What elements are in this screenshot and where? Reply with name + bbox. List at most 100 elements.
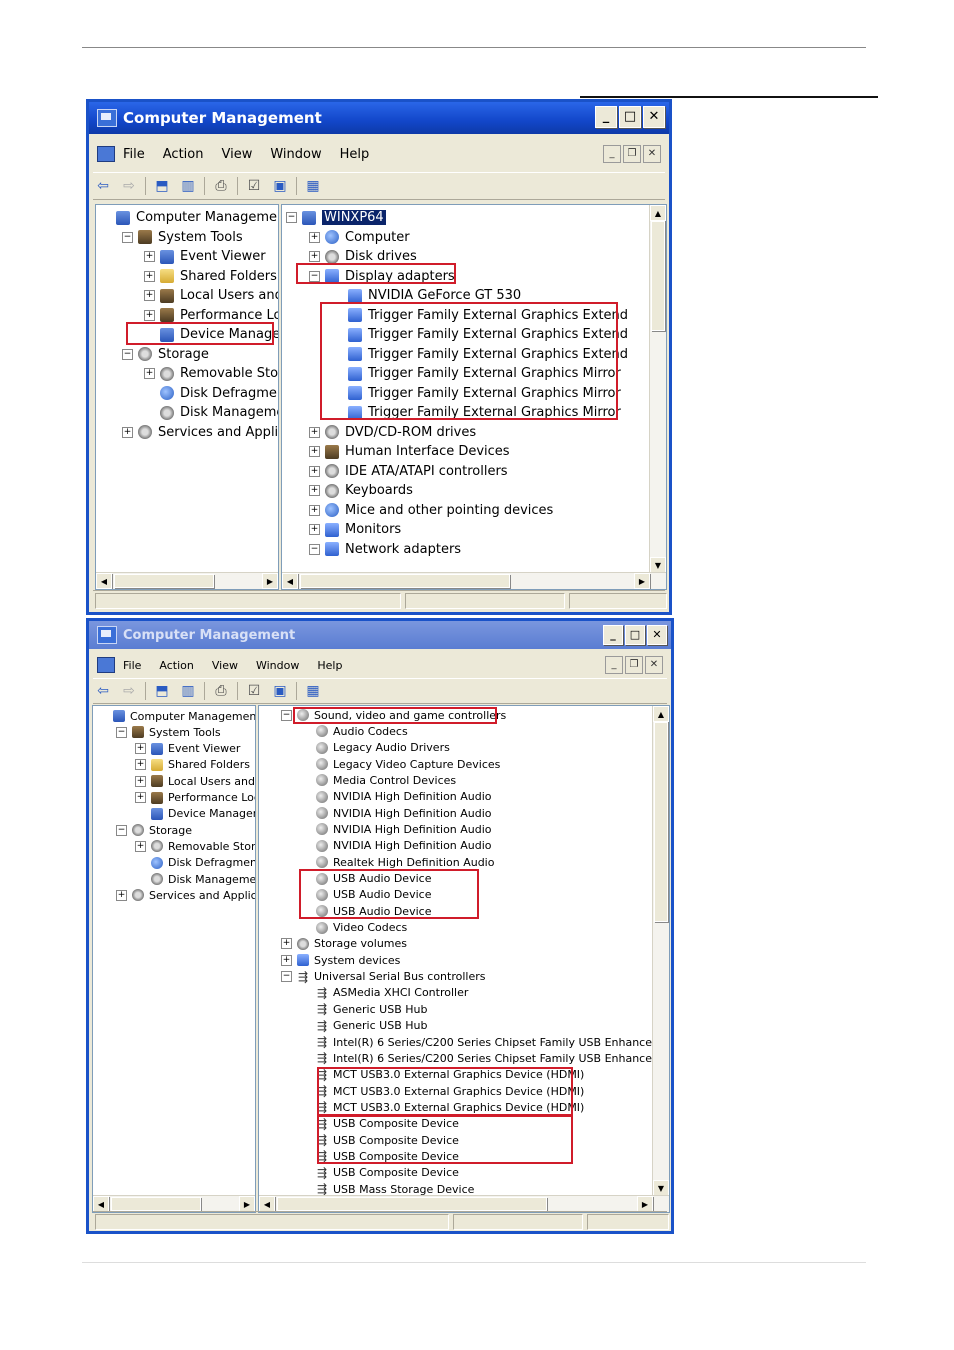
properties-icon[interactable]: ☑ bbox=[244, 682, 264, 700]
tree-item[interactable]: NVIDIA High Definition Audio bbox=[300, 821, 492, 837]
menu-action[interactable]: Action bbox=[163, 147, 204, 162]
horizontal-scrollbar[interactable]: ◀ ▶ bbox=[96, 572, 278, 589]
vertical-scrollbar[interactable]: ▲ ▼ bbox=[652, 706, 669, 1196]
mdi-minimize-button[interactable]: _ bbox=[603, 145, 621, 163]
minimize-button[interactable]: _ bbox=[595, 106, 617, 128]
expand-icon[interactable]: + bbox=[144, 368, 155, 379]
tree-item[interactable]: Trigger Family External Graphics Mirror bbox=[332, 384, 621, 403]
tree-item[interactable]: ⇶ Generic USB Hub bbox=[300, 1018, 428, 1034]
tree-item[interactable]: + Storage volumes bbox=[281, 936, 407, 952]
help-icon[interactable]: ▣ bbox=[270, 177, 290, 195]
scroll-thumb[interactable] bbox=[114, 574, 214, 588]
expand-icon[interactable]: + bbox=[309, 504, 320, 516]
scroll-thumb[interactable] bbox=[300, 574, 510, 588]
collapse-icon[interactable]: − bbox=[116, 824, 127, 836]
expand-icon[interactable]: + bbox=[135, 775, 146, 787]
scroll-left-button[interactable]: ◀ bbox=[282, 573, 298, 589]
expand-icon[interactable]: + bbox=[309, 231, 320, 243]
horizontal-scrollbar[interactable]: ◀ ▶ bbox=[282, 572, 666, 589]
maximize-button[interactable]: □ bbox=[619, 106, 641, 128]
tree-item[interactable]: + System devices bbox=[281, 952, 400, 968]
back-arrow-icon[interactable]: ⇦ bbox=[93, 682, 113, 700]
scroll-thumb[interactable] bbox=[111, 1197, 201, 1211]
collapse-icon[interactable]: − bbox=[309, 270, 320, 282]
tree-item[interactable]: + Shared Folders bbox=[144, 267, 277, 286]
tree-item[interactable]: Trigger Family External Graphics Mirror bbox=[332, 403, 621, 422]
close-button[interactable]: ✕ bbox=[647, 625, 667, 645]
mdi-minimize-button[interactable]: _ bbox=[605, 656, 623, 674]
tree-item[interactable]: Disk Defragmente bbox=[144, 384, 278, 403]
tree-item[interactable]: − WINXP64 bbox=[286, 208, 386, 227]
tree-item[interactable]: + IDE ATA/ATAPI controllers bbox=[309, 462, 508, 481]
horizontal-scrollbar[interactable]: ◀ ▶ bbox=[93, 1195, 255, 1212]
scan-hardware-icon[interactable]: ▦ bbox=[303, 682, 323, 700]
tree-item[interactable]: + Computer bbox=[309, 228, 410, 247]
tree-item[interactable]: Media Control Devices bbox=[300, 772, 456, 788]
scroll-up-button[interactable]: ▲ bbox=[650, 205, 666, 221]
tree-item[interactable]: Trigger Family External Graphics Extend bbox=[332, 306, 628, 325]
tree-item[interactable]: Legacy Audio Drivers bbox=[300, 740, 450, 756]
tree-item[interactable]: − Storage bbox=[116, 822, 192, 838]
expand-icon[interactable]: + bbox=[309, 251, 320, 262]
tree-item[interactable]: + Shared Folders bbox=[135, 757, 250, 773]
tree-item[interactable]: + Event Viewer bbox=[144, 247, 266, 266]
expand-icon[interactable]: + bbox=[281, 954, 292, 966]
menu-help[interactable]: Help bbox=[317, 659, 342, 672]
tree-item[interactable]: + Local Users and Grc bbox=[135, 773, 255, 789]
expand-icon[interactable]: + bbox=[309, 524, 320, 535]
tree-item[interactable]: Disk Management bbox=[144, 403, 278, 422]
up-folder-icon[interactable]: ⬒ bbox=[152, 177, 172, 195]
collapse-icon[interactable]: − bbox=[281, 971, 292, 983]
scroll-right-button[interactable]: ▶ bbox=[634, 573, 650, 589]
tree-item[interactable]: Device Manager bbox=[135, 806, 255, 822]
menu-view[interactable]: View bbox=[212, 659, 238, 672]
properties-icon[interactable]: ☑ bbox=[244, 177, 264, 195]
tree-item[interactable]: + Performance Logs a bbox=[135, 790, 255, 806]
scroll-left-button[interactable]: ◀ bbox=[96, 573, 112, 589]
print-icon[interactable]: ⎙ bbox=[211, 177, 231, 195]
scroll-down-button[interactable]: ▼ bbox=[650, 557, 666, 573]
tree-item[interactable]: USB Audio Device bbox=[300, 871, 431, 887]
tree-item[interactable]: + Monitors bbox=[309, 520, 401, 539]
expand-icon[interactable]: + bbox=[144, 290, 155, 301]
expand-icon[interactable]: + bbox=[281, 938, 292, 950]
tree-item[interactable]: + Services and Applicatior bbox=[116, 887, 255, 903]
back-arrow-icon[interactable]: ⇦ bbox=[93, 177, 113, 195]
mdi-restore-button[interactable]: ❐ bbox=[623, 145, 641, 163]
tree-item[interactable]: + Performance Logs bbox=[144, 306, 278, 325]
tree-item[interactable]: USB Audio Device bbox=[300, 887, 431, 903]
tree-item[interactable]: Computer Management (Lo bbox=[97, 708, 255, 724]
expand-icon[interactable]: + bbox=[122, 426, 133, 438]
menu-file[interactable]: File bbox=[123, 147, 145, 162]
tree-item[interactable]: ⇶ USB Composite Device bbox=[300, 1132, 459, 1148]
scan-hardware-icon[interactable]: ▦ bbox=[303, 177, 323, 195]
tree-item[interactable]: NVIDIA GeForce GT 530 bbox=[332, 286, 521, 305]
tree-item[interactable]: Realtek High Definition Audio bbox=[300, 854, 494, 870]
tree-item[interactable]: − System Tools bbox=[116, 724, 221, 740]
tree-item[interactable]: − Display adapters bbox=[309, 267, 455, 286]
tree-item[interactable]: + Local Users and G bbox=[144, 286, 278, 305]
expand-icon[interactable]: + bbox=[135, 759, 146, 771]
mdi-close-button[interactable]: ✕ bbox=[645, 656, 663, 674]
collapse-icon[interactable]: − bbox=[286, 212, 297, 223]
tree-item[interactable]: USB Audio Device bbox=[300, 903, 431, 919]
tree-item[interactable]: + Services and Applicat bbox=[122, 423, 278, 442]
scroll-thumb[interactable] bbox=[654, 722, 668, 922]
menu-file[interactable]: File bbox=[123, 659, 141, 672]
mdi-close-button[interactable]: ✕ bbox=[643, 145, 661, 163]
tree-item[interactable]: Trigger Family External Graphics Extend bbox=[332, 325, 628, 344]
collapse-icon[interactable]: − bbox=[122, 348, 133, 360]
forward-arrow-icon[interactable]: ⇨ bbox=[119, 682, 139, 700]
scroll-left-button[interactable]: ◀ bbox=[259, 1196, 275, 1212]
expand-icon[interactable]: + bbox=[309, 485, 320, 496]
expand-icon[interactable]: + bbox=[144, 309, 155, 321]
tree-item[interactable]: − Network adapters bbox=[309, 540, 461, 559]
expand-icon[interactable]: + bbox=[135, 840, 146, 852]
tree-item[interactable]: Disk Management bbox=[135, 871, 255, 887]
menu-window[interactable]: Window bbox=[270, 147, 321, 162]
tree-item[interactable]: + Removable Stora bbox=[144, 364, 278, 383]
tree-item[interactable]: ⇶ Intel(R) 6 Series/C200 Series Chipset F… bbox=[300, 1034, 669, 1050]
expand-icon[interactable]: + bbox=[144, 270, 155, 282]
tree-item[interactable]: Video Codecs bbox=[300, 920, 407, 936]
tree-item[interactable]: Legacy Video Capture Devices bbox=[300, 756, 500, 772]
